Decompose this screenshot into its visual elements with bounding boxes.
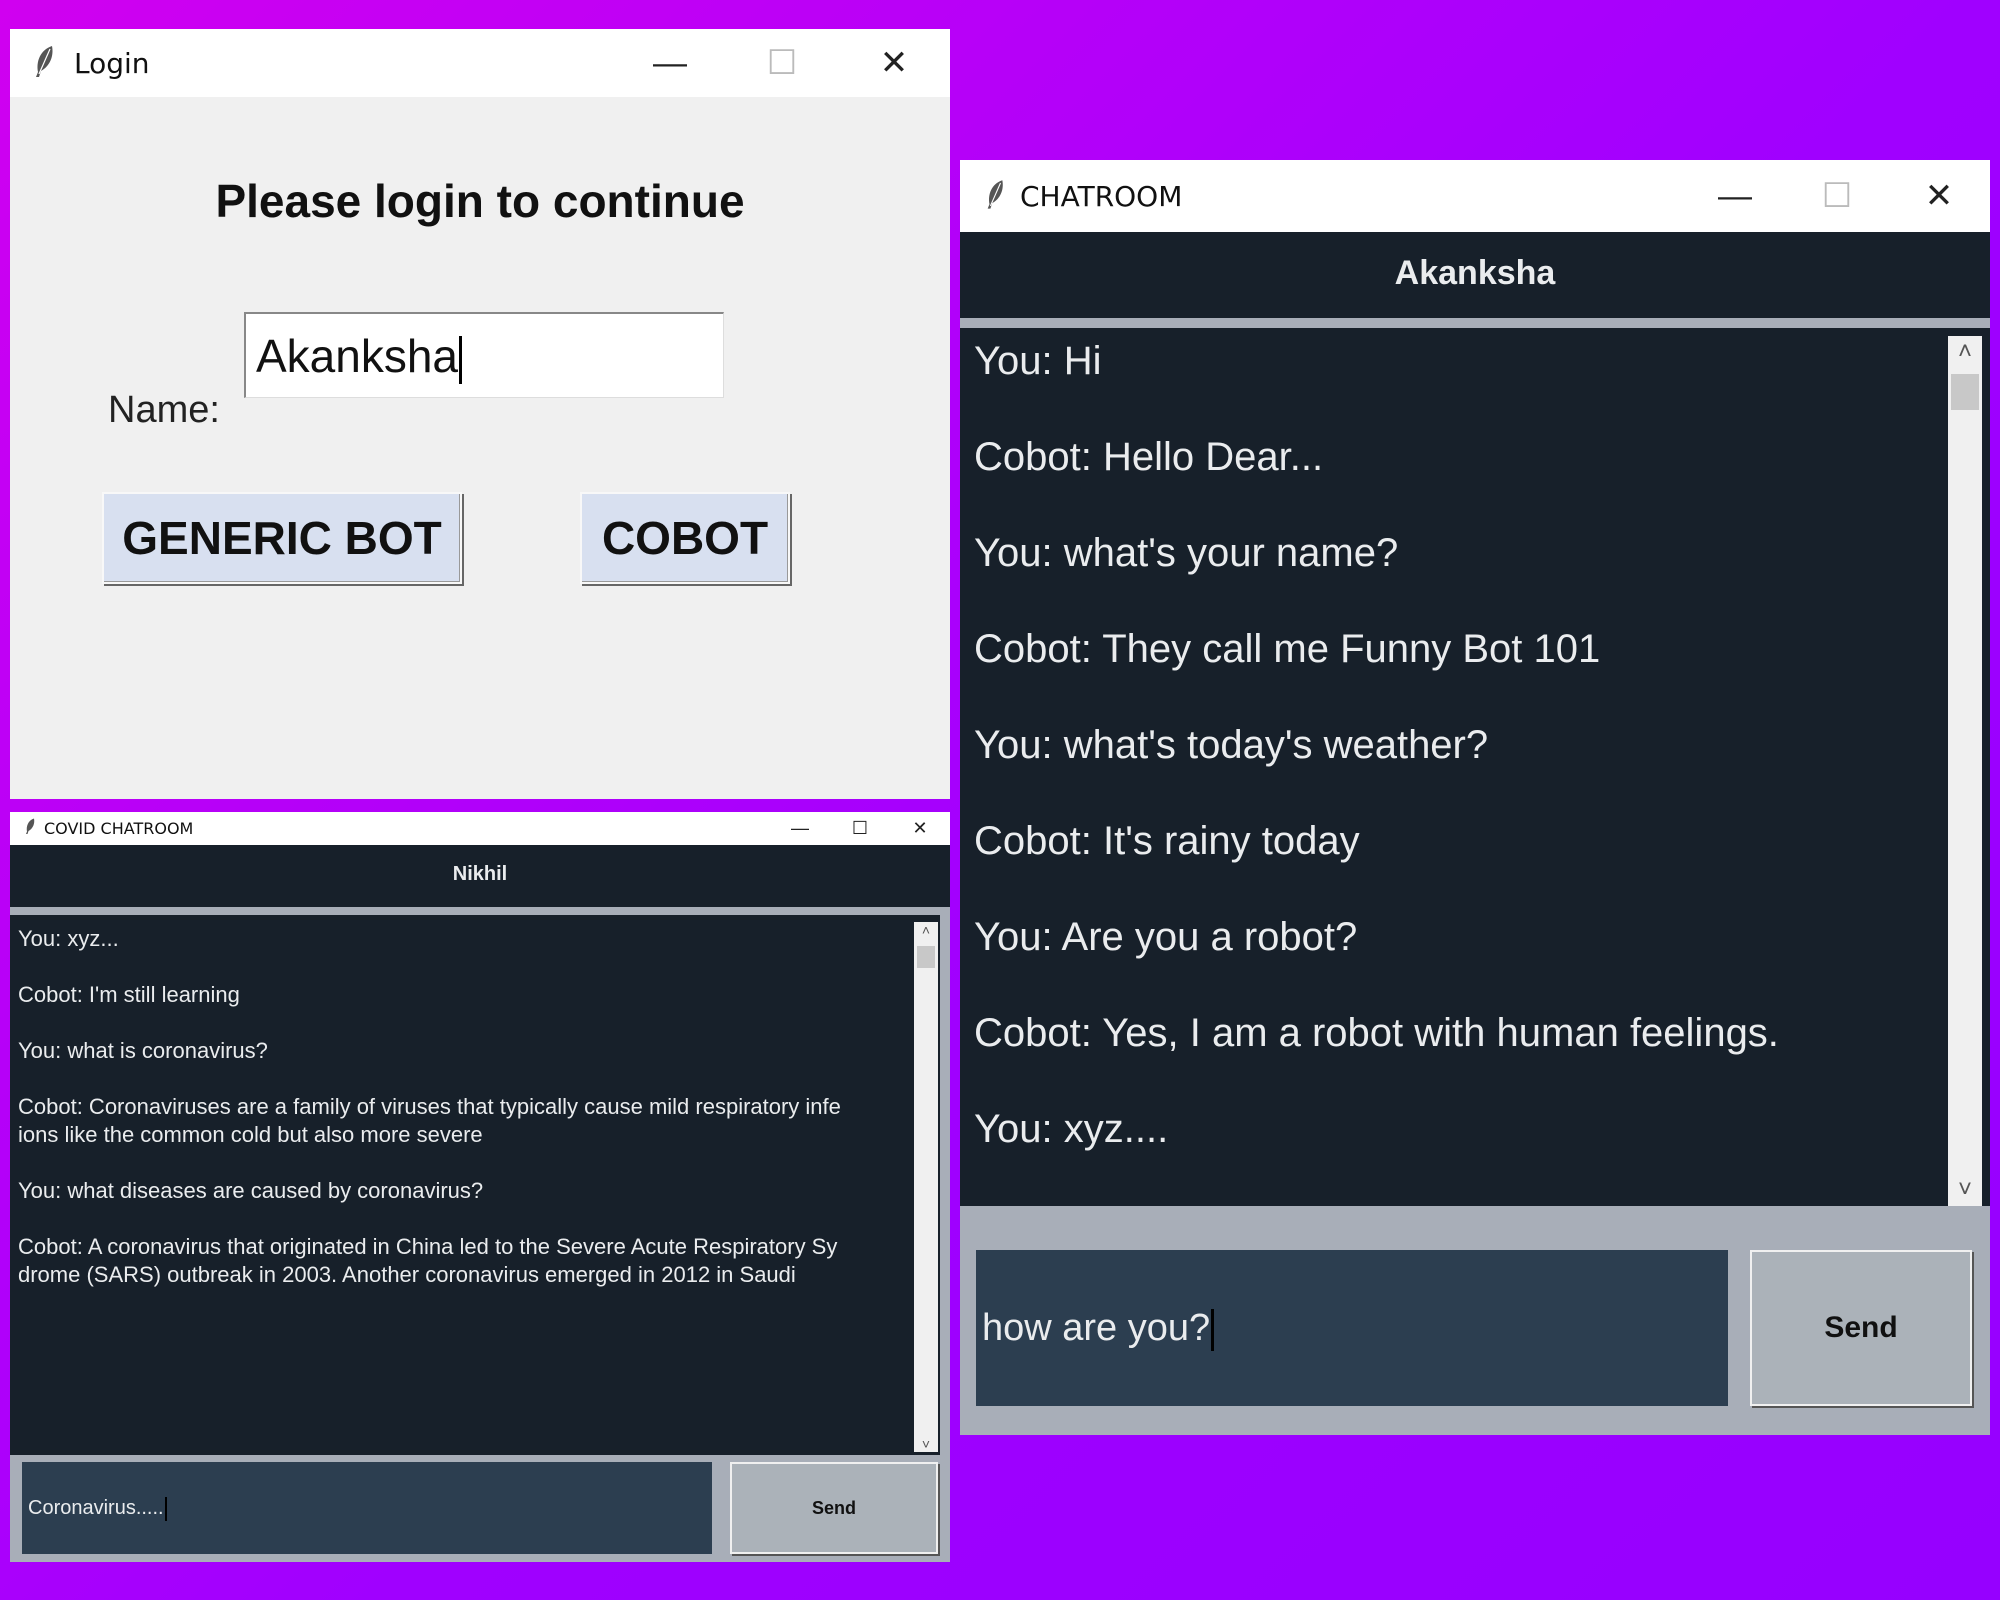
message: You: Hi (974, 339, 1102, 383)
text-caret (1211, 1308, 1215, 1351)
message-list[interactable]: You: Hi Cobot: Hello Dear... You: what's… (960, 328, 1990, 1206)
message-list[interactable]: You: xyz... Cobot: I'm still learning Yo… (10, 915, 940, 1455)
generic-bot-button[interactable]: GENERIC BOT (102, 492, 462, 584)
message-input[interactable]: how are you? (976, 1250, 1728, 1406)
minimize-icon[interactable]: — (614, 29, 726, 97)
window-title: COVID CHATROOM (44, 819, 194, 838)
covid-titlebar[interactable]: COVID CHATROOM — ☐ ✕ (10, 812, 950, 845)
maximize-icon[interactable]: ☐ (1786, 160, 1888, 232)
scroll-up-icon[interactable]: ˄ (1948, 338, 1982, 366)
maximize-icon[interactable]: ☐ (830, 812, 890, 845)
scroll-thumb[interactable] (1951, 374, 1979, 410)
message: You: xyz... (18, 926, 119, 951)
message: You: what's your name? (974, 531, 1399, 575)
message: You: what's today's weather? (974, 723, 1489, 767)
cobot-button[interactable]: COBOT (580, 492, 790, 584)
login-titlebar[interactable]: Login — ☐ ✕ (10, 29, 950, 97)
vertical-scrollbar[interactable]: ˄ ˅ (914, 922, 938, 1452)
close-icon[interactable]: ✕ (1888, 160, 1990, 232)
text-caret (459, 335, 463, 384)
message: Cobot: A coronavirus that originated in … (18, 1234, 838, 1287)
message: Cobot: They call me Funny Bot 101 (974, 627, 1601, 671)
message: You: what diseases are caused by coronav… (18, 1178, 484, 1203)
maximize-icon[interactable]: ☐ (726, 29, 838, 97)
name-input[interactable]: Akanksha (244, 312, 724, 398)
message: Cobot: Coronaviruses are a family of vir… (18, 1094, 841, 1147)
send-button[interactable]: Send (730, 1462, 938, 1554)
name-label: Name: (108, 389, 220, 431)
message: Cobot: Hello Dear... (974, 435, 1324, 479)
covid-chatroom-window: COVID CHATROOM — ☐ ✕ Nikhil You: xyz... … (10, 812, 950, 1562)
scroll-thumb[interactable] (917, 946, 935, 968)
close-icon[interactable]: ✕ (890, 812, 950, 845)
chat-user-header: Akanksha (960, 232, 1990, 318)
close-icon[interactable]: ✕ (838, 29, 950, 97)
feather-icon (32, 44, 56, 83)
feather-icon (984, 177, 1006, 216)
message-input-value: Coronavirus..... (28, 1497, 164, 1519)
window-title: CHATROOM (1020, 179, 1183, 213)
text-caret (164, 1496, 167, 1521)
message: You: what is coronavirus? (18, 1038, 268, 1063)
message: Cobot: Yes, I am a robot with human feel… (974, 1011, 1779, 1055)
login-window: Login — ☐ ✕ Please login to continue Nam… (10, 29, 950, 799)
chat-user-header: Nikhil (10, 845, 950, 907)
message-input-value: how are you? (982, 1307, 1211, 1349)
name-input-value: Akanksha (256, 330, 459, 382)
chatroom-window: CHATROOM — ☐ ✕ Akanksha You: Hi Cobot: H… (960, 160, 1990, 1435)
message: You: Are you a robot? (974, 915, 1358, 959)
scroll-up-icon[interactable]: ˄ (914, 922, 938, 938)
vertical-scrollbar[interactable]: ˄ ˅ (1948, 336, 1982, 1206)
message: Cobot: It's rainy today (974, 819, 1360, 863)
message: You: xyz.... (974, 1107, 1169, 1151)
scroll-down-icon[interactable]: ˅ (1948, 1176, 1982, 1204)
minimize-icon[interactable]: — (770, 812, 830, 845)
chatroom-titlebar[interactable]: CHATROOM — ☐ ✕ (960, 160, 1990, 232)
feather-icon (24, 817, 36, 840)
minimize-icon[interactable]: — (1684, 160, 1786, 232)
message: Cobot: I'm still learning (18, 982, 240, 1007)
window-title: Login (74, 46, 150, 80)
scroll-down-icon[interactable]: ˅ (914, 1436, 938, 1452)
login-heading: Please login to continue (215, 175, 745, 227)
message-input[interactable]: Coronavirus..... (22, 1462, 712, 1554)
send-button[interactable]: Send (1750, 1250, 1972, 1406)
